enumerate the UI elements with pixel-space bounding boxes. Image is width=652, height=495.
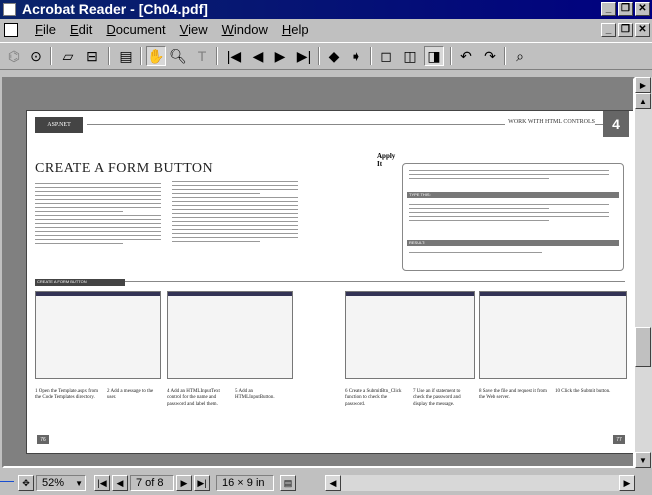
fit-width-icon[interactable]: ◨: [424, 46, 444, 66]
apply-it-label: Apply It: [377, 152, 396, 169]
page-heading: CREATE A FORM BUTTON: [35, 161, 214, 176]
step-text: 10 Click the Submit button.: [555, 389, 611, 394]
menu-bar: File Edit Document View Window Help _ ❐ …: [0, 20, 652, 40]
go-back-icon[interactable]: ◆: [324, 46, 344, 66]
zoom-dropdown-icon[interactable]: ▼: [75, 479, 83, 488]
page-size-field: 16 × 9 in: [216, 475, 274, 491]
toolbar-separator: [504, 47, 506, 65]
toolbar-separator: [450, 47, 452, 65]
close-button[interactable]: ✕: [635, 2, 650, 16]
next-page-arrow-icon[interactable]: ▶: [635, 77, 651, 93]
zoom-field[interactable]: 52% ▼: [36, 475, 86, 491]
type-this-bar: TYPE THIS:: [407, 192, 619, 198]
menu-document[interactable]: Document: [99, 22, 172, 37]
next-page-button[interactable]: ▶: [176, 475, 192, 491]
callout-line: [0, 481, 14, 482]
scroll-up-icon[interactable]: ▲: [635, 93, 651, 109]
print-icon[interactable]: ▱: [58, 46, 78, 66]
actual-size-icon[interactable]: ◻: [376, 46, 396, 66]
page-number-left: 76: [37, 435, 49, 444]
doc-restore-button[interactable]: ❐: [618, 23, 633, 37]
acrobat-logo-icon: ⌬: [7, 47, 21, 64]
step-text: 7 Use an if statement to check the passw…: [413, 389, 461, 407]
header-tab-left: ASP.NET: [35, 117, 83, 133]
menu-edit[interactable]: Edit: [63, 22, 99, 37]
menu-file[interactable]: File: [28, 22, 63, 37]
body-text-column: [172, 181, 298, 263]
window-title: Acrobat Reader - [Ch04.pdf]: [22, 1, 208, 17]
toolbar-separator: [318, 47, 320, 65]
zoom-menu-icon[interactable]: ✥: [18, 475, 34, 491]
scroll-left-icon[interactable]: ◀: [325, 475, 341, 491]
menu-window[interactable]: Window: [215, 22, 275, 37]
page-number-right: 77: [613, 435, 625, 444]
toolbar-separator: [370, 47, 372, 65]
minimize-button[interactable]: _: [601, 2, 616, 16]
step-screenshot: [35, 291, 161, 379]
scroll-down-icon[interactable]: ▼: [635, 452, 651, 468]
title-bar: Acrobat Reader - [Ch04.pdf] _ ❐ ✕: [0, 0, 652, 19]
step-text: 4 Add an HTMLInputText control for the n…: [167, 389, 220, 407]
next-page-icon[interactable]: ▶: [270, 46, 290, 66]
toolbar-separator: [108, 47, 110, 65]
toolbar-separator: [50, 47, 52, 65]
scroll-right-icon[interactable]: ▶: [619, 475, 635, 491]
pdf-page-spread: ASP.NET WORK WITH HTML CONTROLS 4 CREATE…: [26, 110, 633, 454]
go-forward-icon[interactable]: ➧: [346, 46, 366, 66]
first-page-icon[interactable]: |◀: [224, 46, 244, 66]
toolbar-separator: [216, 47, 218, 65]
text-select-icon[interactable]: T: [192, 46, 212, 66]
toolbar-separator: [140, 47, 142, 65]
last-page-button[interactable]: ▶|: [194, 475, 210, 491]
scroll-thumb[interactable]: [635, 327, 651, 367]
step-text: 6 Create a SubmitBtn_Click function to c…: [345, 389, 402, 407]
hand-tool-icon[interactable]: ✋: [146, 46, 166, 66]
document-viewer[interactable]: ASP.NET WORK WITH HTML CONTROLS 4 CREATE…: [2, 77, 635, 468]
fit-page-icon[interactable]: ◫: [400, 46, 420, 66]
body-text-column: [35, 183, 161, 265]
step-text: 2 Add a message to the user.: [107, 389, 154, 401]
chapter-number: 4: [603, 111, 629, 137]
previous-page-icon[interactable]: ◀: [248, 46, 268, 66]
first-page-button[interactable]: |◀: [94, 475, 110, 491]
step-text: 5 Add an HTMLInputButton.: [235, 389, 275, 401]
menu-help[interactable]: Help: [275, 22, 316, 37]
step-text: 1 Open the Template.aspx from the Code T…: [35, 389, 99, 401]
apply-it-box: TYPE THIS: RESULT:: [402, 163, 624, 271]
page-only-icon[interactable]: ⊟: [82, 46, 102, 66]
step-screenshot: [167, 291, 293, 379]
status-bar: ✥ 52% ▼ |◀ ◀ 7 of 8 ▶ ▶| 16 × 9 in ▤ ◀ ▶: [0, 470, 652, 495]
rotate-left-icon[interactable]: ↶: [456, 46, 476, 66]
doc-close-button[interactable]: ✕: [635, 23, 650, 37]
menu-view[interactable]: View: [173, 22, 215, 37]
page-indicator[interactable]: 7 of 8: [130, 475, 174, 491]
open-folder-icon[interactable]: ⊙: [26, 46, 46, 66]
toolbar: ⌬ ⊙ ▱ ⊟ ▤ ✋ 🔍︎ T |◀ ◀ ▶ ▶| ◆ ➧ ◻ ◫ ◨ ↶ ↷…: [0, 42, 652, 70]
page-layout-icon[interactable]: ▤: [280, 475, 296, 491]
doc-minimize-button[interactable]: _: [601, 23, 616, 37]
thumbnails-icon[interactable]: ▤: [116, 46, 136, 66]
step-screenshot: [479, 291, 627, 379]
result-bar: RESULT:: [407, 240, 619, 246]
header-right-text: WORK WITH HTML CONTROLS: [505, 119, 595, 125]
document-icon[interactable]: [4, 23, 18, 37]
rotate-right-icon[interactable]: ↷: [480, 46, 500, 66]
section-label: CREATE A FORM BUTTON: [35, 279, 125, 286]
horizontal-scrollbar[interactable]: ◀ ▶: [325, 475, 635, 491]
zoom-tool-icon[interactable]: 🔍︎: [168, 46, 188, 66]
restore-button[interactable]: ❐: [618, 2, 633, 16]
find-icon[interactable]: ⌕: [510, 46, 530, 66]
acrobat-app-icon[interactable]: [3, 3, 16, 16]
vertical-scrollbar[interactable]: ▶ ▲ ▼: [635, 77, 652, 468]
previous-page-button[interactable]: ◀: [112, 475, 128, 491]
step-screenshot: [345, 291, 475, 379]
last-page-icon[interactable]: ▶|: [294, 46, 314, 66]
step-text: 8 Save the file and request it from the …: [479, 389, 547, 401]
zoom-value: 52%: [42, 477, 65, 489]
